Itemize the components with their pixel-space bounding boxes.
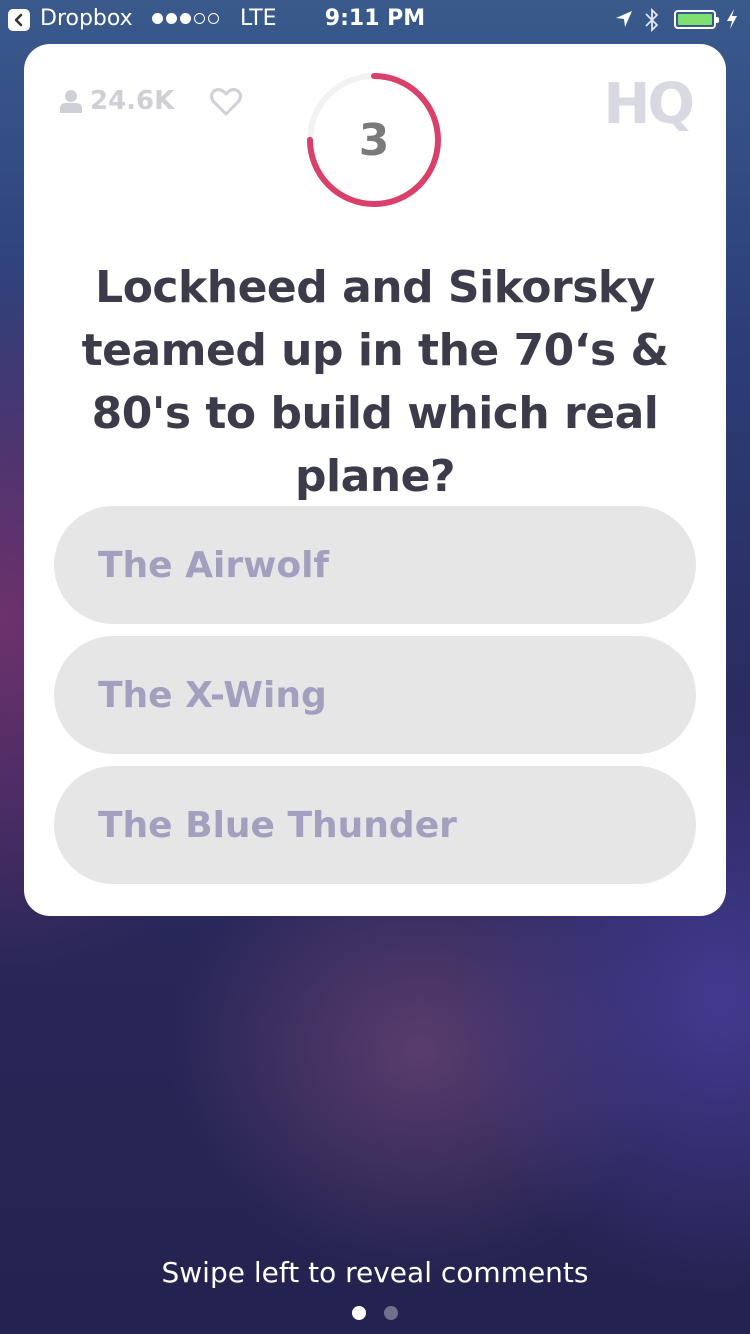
battery-indicator: [674, 10, 719, 29]
question-card: 24.6K 3 HQ Lockheed and Sikorsky teamed …: [24, 44, 726, 916]
question-text: Lockheed and Sikorsky teamed up in the 7…: [81, 262, 669, 502]
page-dot[interactable]: [352, 1306, 366, 1320]
answer-option[interactable]: The Blue Thunder: [54, 766, 696, 884]
location-arrow-icon: [616, 11, 632, 27]
bluetooth-icon: [645, 7, 659, 33]
heart-icon[interactable]: [210, 88, 242, 116]
clock: 9:11 PM: [324, 6, 426, 31]
viewer-count: 24.6K: [60, 86, 174, 116]
answer-label: The Airwolf: [98, 544, 330, 586]
viewer-count-value: 24.6K: [90, 86, 175, 116]
answer-label: The X-Wing: [98, 674, 327, 716]
charging-bolt-icon: [727, 9, 737, 29]
hq-logo: HQ: [603, 72, 696, 137]
answer-option[interactable]: The Airwolf: [54, 506, 696, 624]
battery-fill: [678, 14, 712, 25]
person-icon: [60, 90, 82, 113]
swipe-hint: Swipe left to reveal comments: [161, 1256, 589, 1289]
status-bar: Dropbox LTE 9:11 PM: [0, 0, 750, 40]
answer-label: The Blue Thunder: [98, 804, 457, 846]
page-indicator[interactable]: [0, 1306, 750, 1320]
page-dot[interactable]: [384, 1306, 398, 1320]
answer-option[interactable]: The X-Wing: [54, 636, 696, 754]
countdown-seconds: 3: [358, 114, 390, 166]
